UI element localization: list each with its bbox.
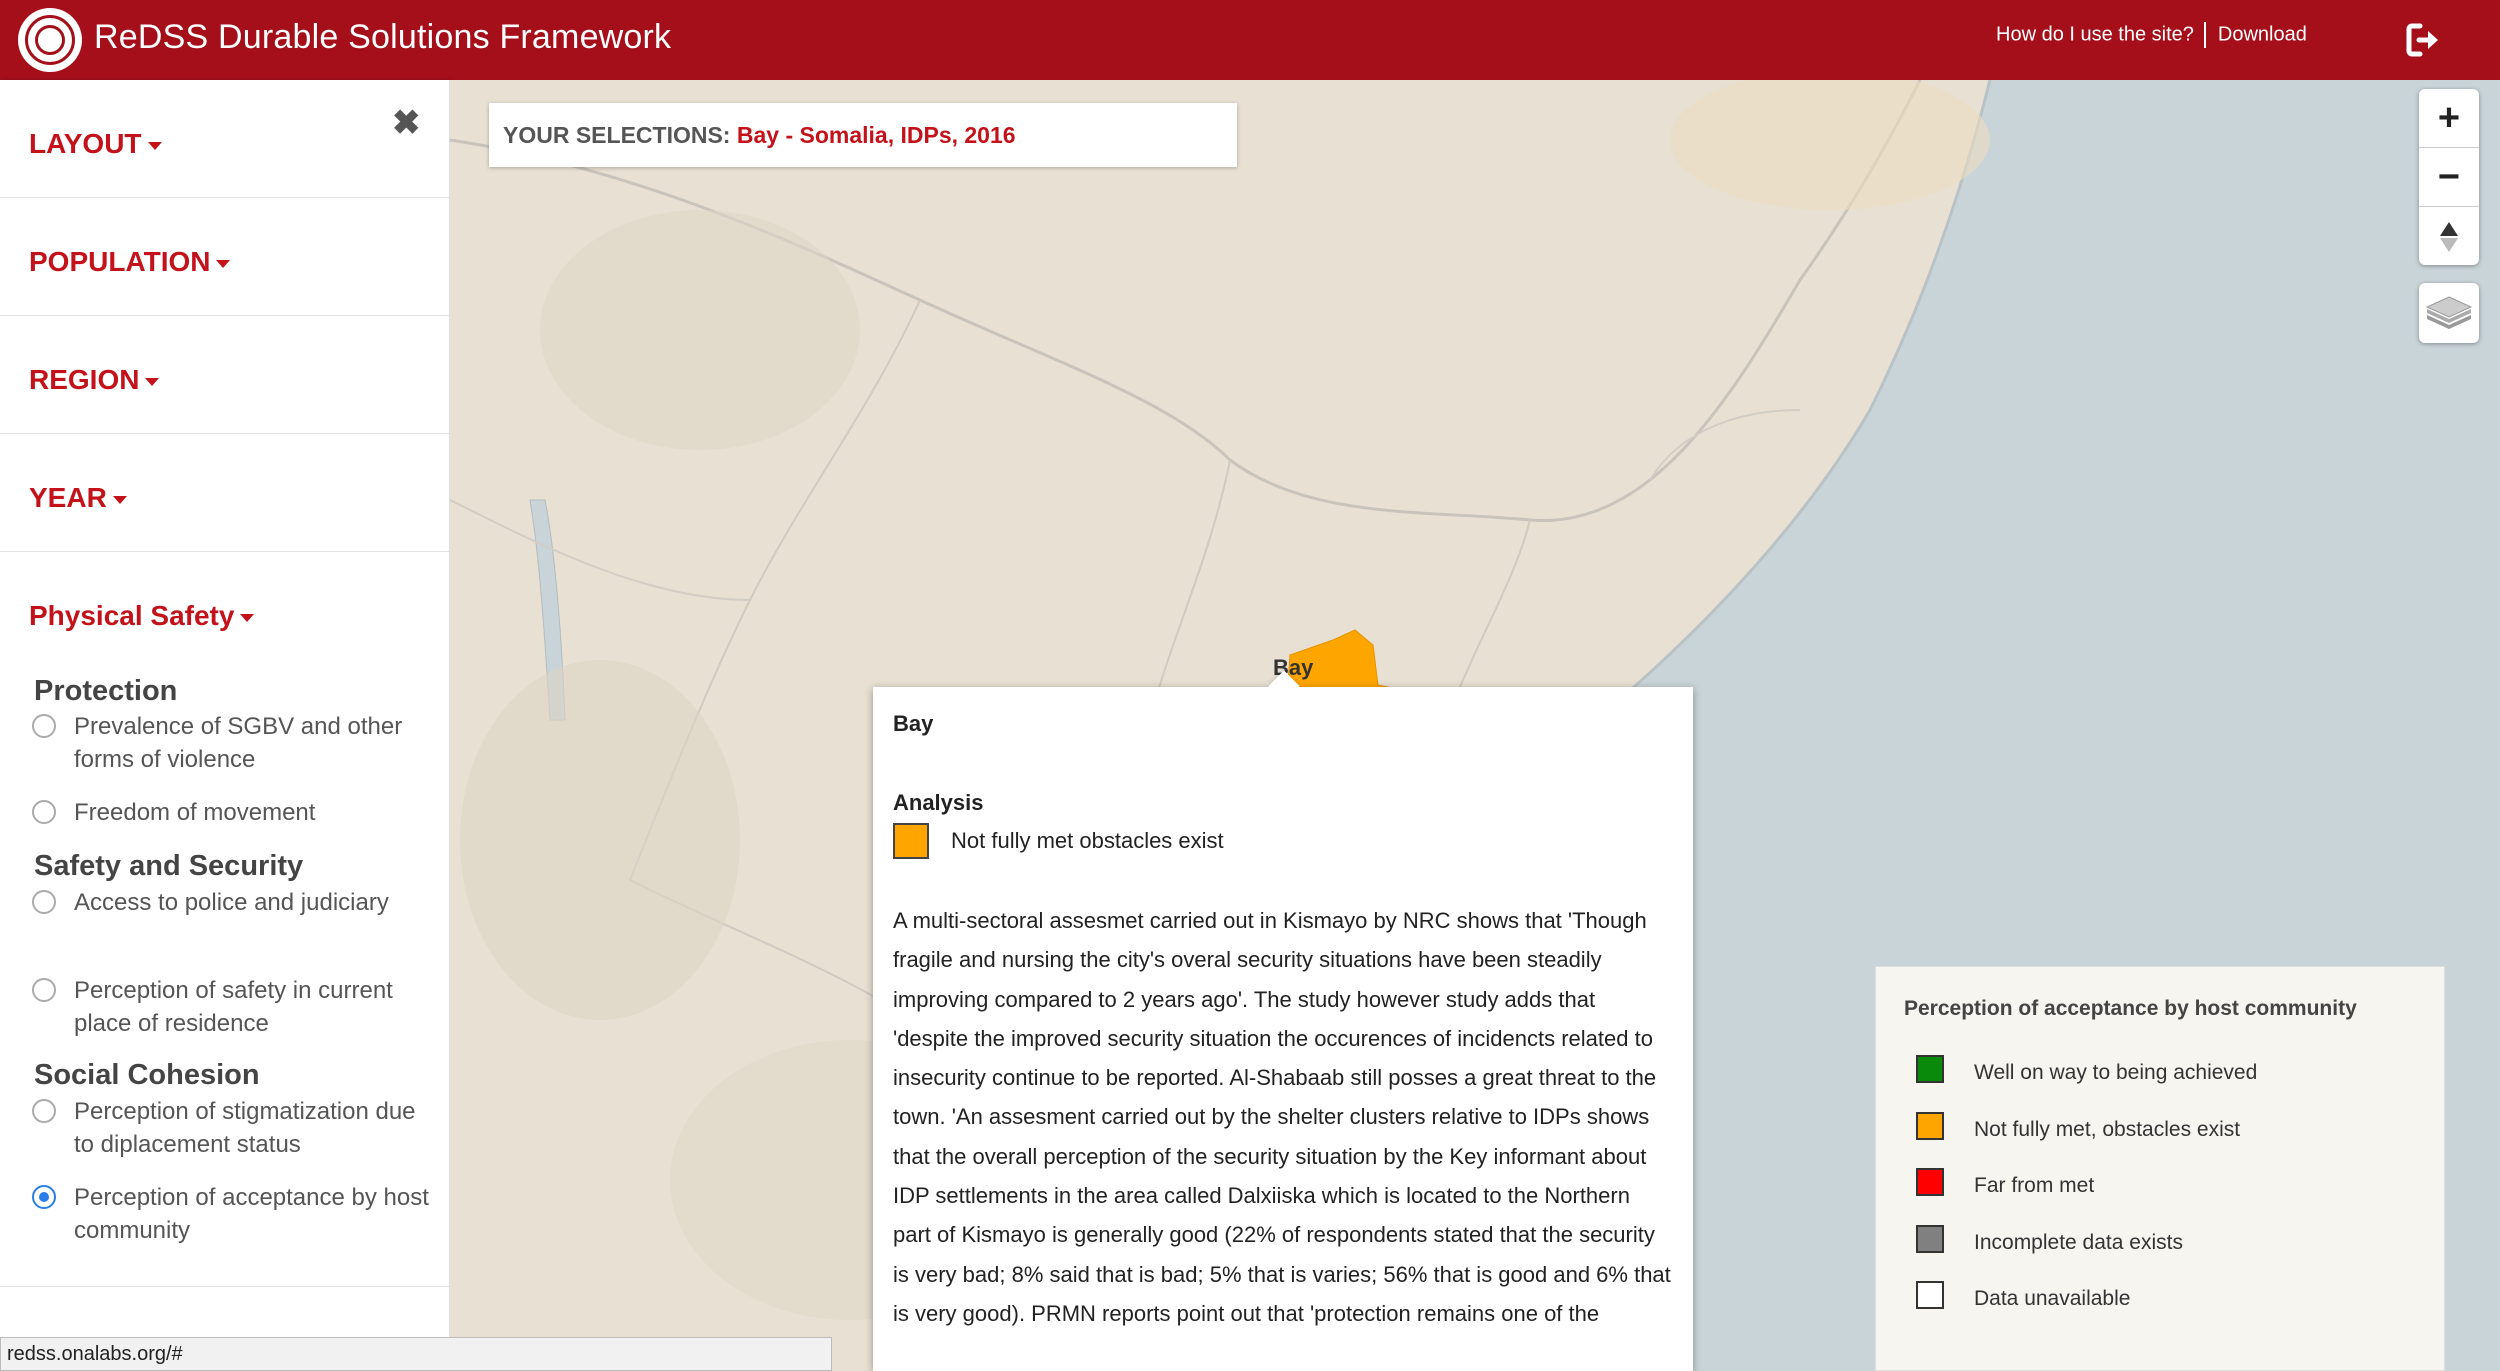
popup-analysis-heading: Analysis xyxy=(893,790,984,815)
redss-logo-icon[interactable] xyxy=(18,8,82,72)
radio-button[interactable] xyxy=(32,800,56,824)
download-link[interactable]: Download xyxy=(2218,23,2307,45)
legend-swatch xyxy=(1916,1055,1944,1083)
top-bar: ReDSS Durable Solutions Framework How do… xyxy=(0,0,2500,80)
option-perception-of-safety[interactable]: Perception of safety in current place of… xyxy=(32,974,442,1040)
top-links: How do I use the site? Download xyxy=(1996,22,2307,48)
option-sgbv[interactable]: Prevalence of SGBV and other forms of vi… xyxy=(32,710,442,776)
layers-button[interactable] xyxy=(2419,283,2479,343)
compass-icon xyxy=(2440,221,2458,252)
chevron-down-icon xyxy=(112,495,127,504)
radio-button[interactable] xyxy=(32,978,56,1002)
region-popup: Bay Analysis Not fully met obstacles exi… xyxy=(873,670,1693,1371)
radio-button[interactable] xyxy=(32,1099,56,1123)
popup-status-text: Not fully met obstacles exist xyxy=(951,828,1224,853)
radio-button[interactable] xyxy=(32,714,56,738)
chevron-down-icon xyxy=(147,141,162,150)
layout-dropdown[interactable]: LAYOUT xyxy=(29,128,162,160)
radio-button-selected[interactable] xyxy=(32,1185,56,1209)
selections-value: Bay - Somalia, IDPs, 2016 xyxy=(736,122,1016,148)
chevron-down-icon xyxy=(240,613,255,622)
app-title: ReDSS Durable Solutions Framework xyxy=(94,18,672,56)
population-dropdown[interactable]: POPULATION xyxy=(29,246,231,278)
layers-icon xyxy=(2425,296,2473,329)
browser-status-url: redss.onalabs.org/# xyxy=(0,1337,832,1371)
year-dropdown[interactable]: YEAR xyxy=(29,482,127,514)
option-stigmatization[interactable]: Perception of stigmatization due to dipl… xyxy=(32,1095,442,1161)
zoom-out-button[interactable]: − xyxy=(2419,148,2479,207)
legend-swatch xyxy=(1916,1168,1944,1196)
chevron-down-icon xyxy=(216,259,231,268)
zoom-in-button[interactable]: + xyxy=(2419,89,2479,148)
region-dropdown[interactable]: REGION xyxy=(29,364,160,396)
legend-swatch xyxy=(1916,1281,1944,1309)
legend-item: Far from met xyxy=(1916,1168,2094,1200)
selections-box: YOUR SELECTIONS: Bay - Somalia, IDPs, 20… xyxy=(489,103,1237,167)
popup-status-swatch xyxy=(893,823,929,859)
help-link[interactable]: How do I use the site? xyxy=(1996,23,2194,45)
option-acceptance-by-host[interactable]: Perception of acceptance by host communi… xyxy=(32,1181,442,1247)
link-divider xyxy=(2203,22,2206,48)
option-freedom-of-movement[interactable]: Freedom of movement xyxy=(32,796,442,829)
zoom-control: + − xyxy=(2419,89,2479,265)
year-section: YEAR xyxy=(0,434,449,552)
reset-north-button[interactable] xyxy=(2419,207,2479,265)
legend-item: Well on way to being achieved xyxy=(1916,1055,2257,1087)
legend-swatch xyxy=(1916,1225,1944,1253)
radio-button[interactable] xyxy=(32,890,56,914)
option-police-judiciary[interactable]: Access to police and judiciary xyxy=(32,886,442,919)
group-title-social-cohesion: Social Cohesion xyxy=(34,1059,260,1091)
legend-title: Perception of acceptance by host communi… xyxy=(1904,997,2357,1020)
sidebar: ✖ LAYOUT POPULATION REGION YEAR Physical… xyxy=(0,80,450,1371)
logout-icon[interactable] xyxy=(2404,20,2444,60)
physical-safety-dropdown[interactable]: Physical Safety xyxy=(29,600,255,632)
layout-section: LAYOUT xyxy=(0,80,449,198)
legend-item: Data unavailable xyxy=(1916,1281,2130,1313)
region-section: REGION xyxy=(0,316,449,434)
legend-item: Not fully met, obstacles exist xyxy=(1916,1112,2240,1144)
section-divider xyxy=(0,1286,449,1287)
legend-item: Incomplete data exists xyxy=(1916,1225,2183,1257)
group-title-safety-security: Safety and Security xyxy=(34,850,304,882)
popup-analysis-text: A multi-sectoral assesmet carried out in… xyxy=(893,908,1671,1326)
selections-label: YOUR SELECTIONS: xyxy=(503,122,731,148)
map-legend: Perception of acceptance by host communi… xyxy=(1875,966,2445,1371)
popup-region-name: Bay xyxy=(893,711,934,736)
population-section: POPULATION xyxy=(0,198,449,316)
legend-swatch xyxy=(1916,1112,1944,1140)
chevron-down-icon xyxy=(145,377,160,386)
group-title-protection: Protection xyxy=(34,675,178,707)
